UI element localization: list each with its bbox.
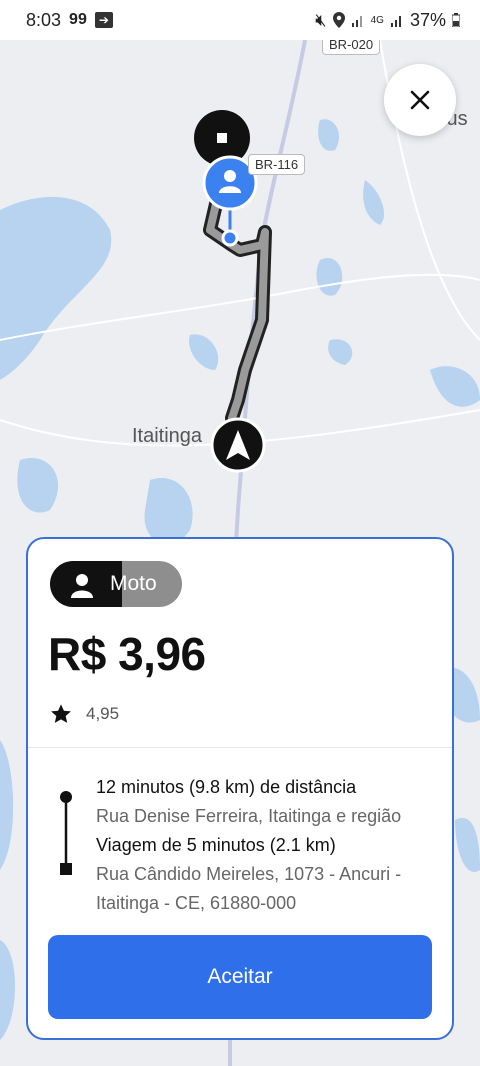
forward-icon: ➔: [94, 12, 113, 28]
battery-percent: 37%: [409, 9, 446, 30]
price: R$ 3,96: [48, 628, 206, 680]
location-icon: [332, 12, 345, 28]
status-bar: 8:03 99 ➔ 🔇︎ 4G 37%: [0, 0, 480, 40]
pickup-dot: [221, 229, 239, 247]
rating: 4,95: [50, 703, 119, 725]
signal-icon-2: [390, 16, 401, 27]
pickup-address: Rua Denise Ferreira, Itaitinga e região: [96, 806, 402, 826]
mute-icon: 🔇︎: [315, 9, 327, 30]
person-icon: [71, 574, 93, 598]
ride-offer-card: Moto R$ 3,96 4,95 12 minutos (9.8 km) de…: [26, 537, 454, 1040]
dropoff-address: Rua Cândido Meireles, 1073 - Ancuri - It…: [96, 864, 402, 913]
status-time: 8:03: [26, 9, 62, 30]
service-label: Moto: [110, 572, 157, 595]
close-icon: [410, 90, 430, 110]
city-label: Itaitinga: [132, 425, 203, 447]
road-label: BR-116: [248, 154, 306, 175]
trip-details: 12 minutos (9.8 km) de distância Rua Den…: [96, 773, 446, 918]
pickup-distance: 12 minutos (9.8 km) de distância: [96, 777, 357, 797]
lte-icon: 4G: [370, 14, 384, 26]
app-badge: 99: [69, 11, 87, 28]
close-button[interactable]: [384, 64, 456, 136]
trip-duration: Viagem de 5 minutos (2.1 km): [96, 835, 336, 855]
accept-button[interactable]: Aceitar: [48, 935, 432, 1019]
star-icon: [51, 704, 71, 723]
divider: [28, 747, 452, 748]
destination-square: [217, 133, 227, 143]
route-timeline-icon: [60, 791, 72, 875]
battery-icon: [452, 13, 460, 27]
signal-icon: [351, 16, 362, 27]
rating-value: 4,95: [86, 704, 120, 723]
